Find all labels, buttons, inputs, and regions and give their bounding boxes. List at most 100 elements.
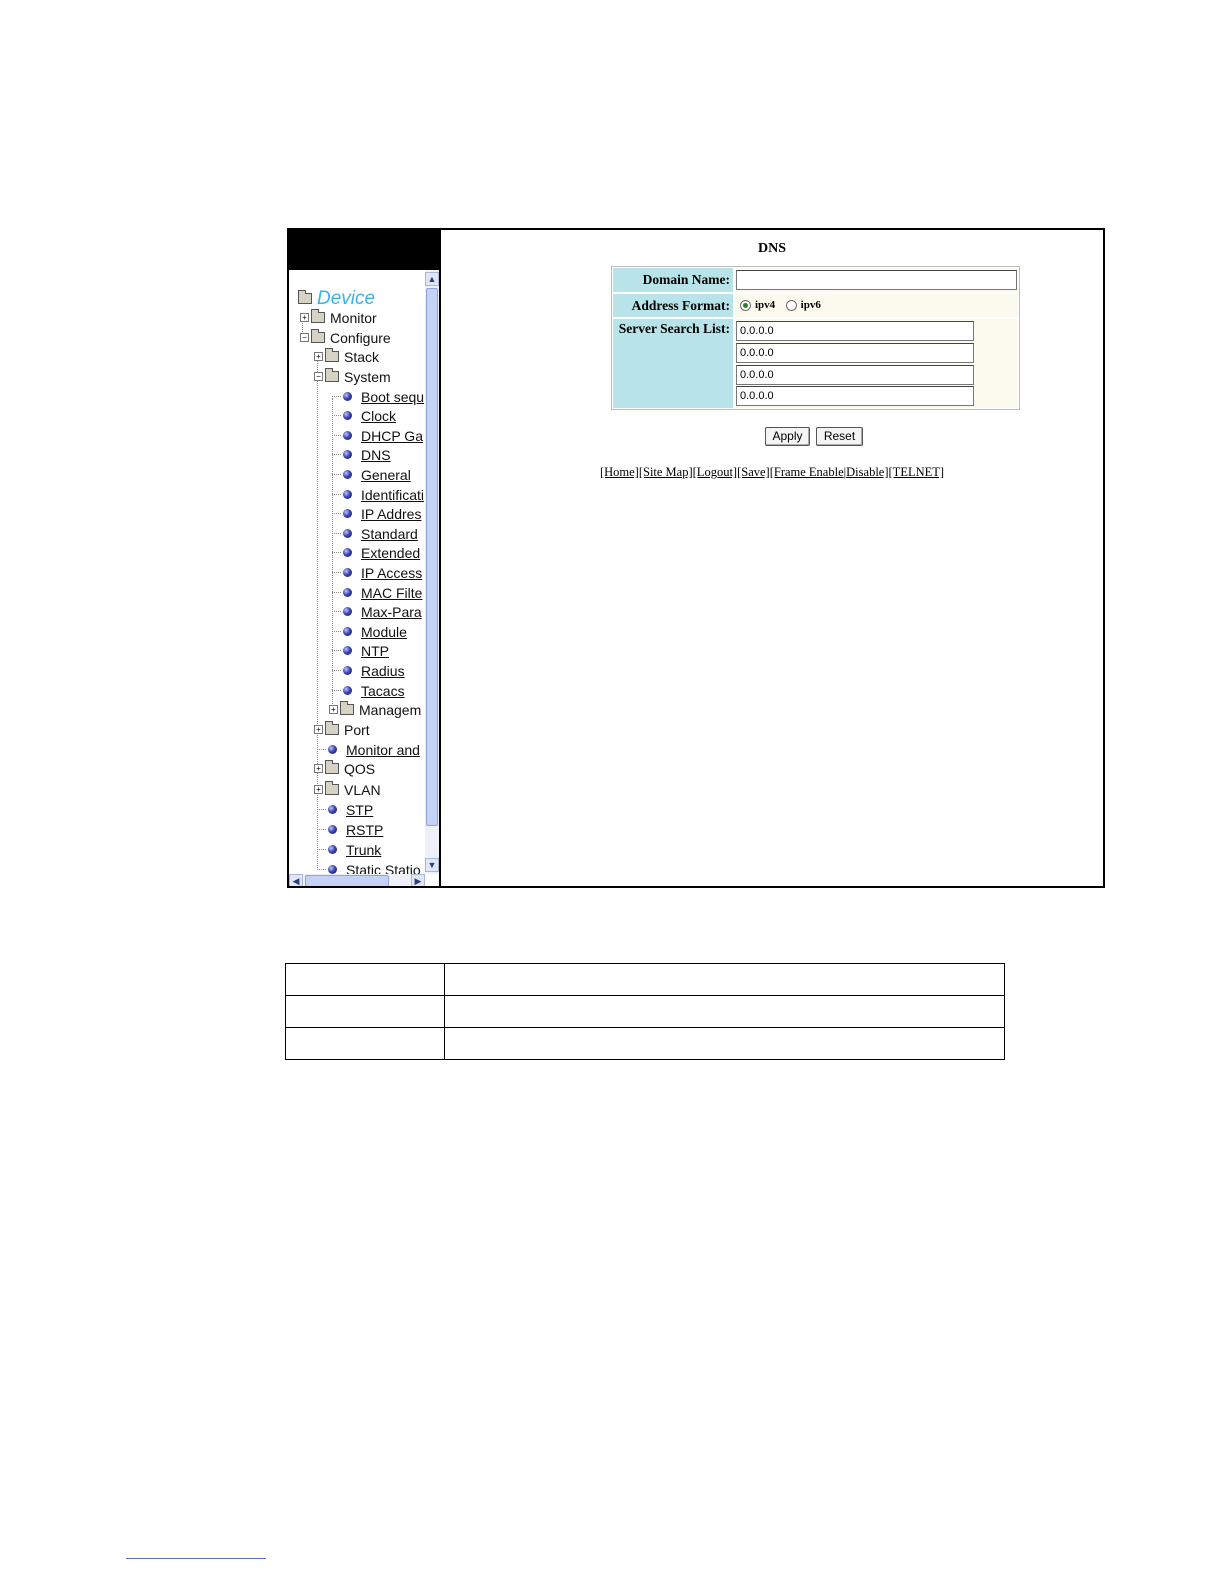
tree-link-label[interactable]: NTP bbox=[361, 643, 389, 659]
tree-link-extended[interactable]: Extended bbox=[332, 543, 420, 562]
scroll-right-icon[interactable]: ▶ bbox=[411, 874, 425, 886]
scroll-left-icon[interactable]: ◀ bbox=[289, 874, 303, 886]
tree-link-dns[interactable]: DNS bbox=[332, 445, 391, 464]
tree-link-standard[interactable]: Standard bbox=[332, 524, 418, 543]
blue-ball-icon bbox=[343, 490, 352, 499]
tree-item-configure[interactable]: − Configure bbox=[300, 328, 391, 347]
tree-link-label[interactable]: Identificati bbox=[361, 487, 424, 503]
ipv4-radio[interactable] bbox=[740, 300, 751, 312]
tree-connector bbox=[332, 415, 341, 416]
disable-link[interactable]: Disable] bbox=[846, 465, 888, 479]
plus-box-icon[interactable]: + bbox=[300, 313, 309, 322]
domain-name-input[interactable] bbox=[736, 270, 1017, 290]
tree-link-radius[interactable]: Radius bbox=[332, 661, 405, 680]
table-row bbox=[285, 963, 1005, 996]
tree-item-label: Monitor bbox=[330, 309, 377, 326]
blue-ball-icon bbox=[343, 646, 352, 655]
tree-link-label[interactable]: Radius bbox=[361, 663, 405, 679]
minus-box-icon[interactable]: − bbox=[314, 372, 323, 381]
server-2-input[interactable]: 0.0.0.0 bbox=[736, 343, 974, 363]
tree-link-label[interactable]: MAC Filte bbox=[361, 585, 422, 601]
blue-ball-icon bbox=[343, 392, 352, 401]
tree-link-label[interactable]: Tacacs bbox=[361, 683, 405, 699]
tree-item-static-station[interactable]: Static Statio bbox=[317, 860, 421, 874]
tree-connector bbox=[332, 494, 341, 495]
tree-link-label[interactable]: DHCP Ga bbox=[361, 428, 423, 444]
server-3-input[interactable]: 0.0.0.0 bbox=[736, 365, 974, 385]
blue-ball-icon bbox=[328, 825, 337, 834]
tree-link-label[interactable]: Extended bbox=[361, 545, 420, 561]
tree-link-clock[interactable]: Clock bbox=[332, 406, 396, 425]
tree-link-label[interactable]: Module bbox=[361, 624, 407, 640]
apply-button[interactable]: Apply bbox=[765, 427, 810, 446]
ipv6-radio[interactable] bbox=[785, 300, 797, 312]
blue-ball-icon bbox=[343, 411, 352, 420]
server-1-input[interactable]: 0.0.0.0 bbox=[736, 321, 974, 341]
horizontal-scrollbar[interactable]: ◀ ▶ bbox=[289, 874, 425, 886]
tree-item-port[interactable]: + Port bbox=[314, 720, 370, 739]
tree-item-system[interactable]: − System bbox=[314, 367, 391, 386]
tree-connector bbox=[332, 592, 341, 593]
dns-form: Domain Name: Address Format: ipv4 ipv6 S… bbox=[611, 266, 1020, 410]
plus-box-icon[interactable]: + bbox=[314, 725, 323, 734]
logout-link[interactable]: [Logout] bbox=[693, 465, 737, 479]
tree-link-label[interactable]: Monitor and bbox=[346, 742, 420, 758]
main-content: DNS Domain Name: Address Format: ipv4 ip… bbox=[441, 230, 1103, 886]
tree-link-label[interactable]: Max-Para bbox=[361, 604, 422, 620]
home-link[interactable]: [Home] bbox=[600, 465, 639, 479]
tree-link-rstp[interactable]: RSTP bbox=[317, 820, 383, 839]
vertical-scroll-thumb[interactable] bbox=[426, 288, 438, 826]
server-4-input[interactable]: 0.0.0.0 bbox=[736, 386, 974, 406]
scroll-up-icon[interactable]: ▲ bbox=[425, 272, 439, 286]
plus-box-icon[interactable]: + bbox=[314, 785, 323, 794]
tree-link-boot-sequence[interactable]: Boot sequ bbox=[332, 387, 424, 406]
tree-item-management[interactable]: + Managem bbox=[329, 700, 421, 719]
tree-link-dhcp-gateway[interactable]: DHCP Ga bbox=[332, 426, 423, 445]
tree-item-qos[interactable]: + QOS bbox=[314, 759, 375, 778]
table-cell bbox=[444, 1027, 1005, 1060]
tree-link-identification[interactable]: Identificati bbox=[332, 485, 424, 504]
site-map-link[interactable]: [Site Map] bbox=[639, 465, 693, 479]
tree-link-label[interactable]: Boot sequ bbox=[361, 389, 424, 405]
tree-link-label[interactable]: General bbox=[361, 467, 411, 483]
tree-link-label[interactable]: Clock bbox=[361, 408, 396, 424]
tree-link-module[interactable]: Module bbox=[332, 622, 407, 641]
tree-link-trunk[interactable]: Trunk bbox=[317, 840, 381, 859]
tree-link-stp[interactable]: STP bbox=[317, 800, 373, 819]
blue-ball-icon bbox=[328, 805, 337, 814]
tree-link-label[interactable]: IP Access bbox=[361, 565, 422, 581]
scroll-down-icon[interactable]: ▼ bbox=[425, 858, 439, 872]
tree-link-label[interactable]: IP Addres bbox=[361, 506, 421, 522]
tree-link-ip-address[interactable]: IP Addres bbox=[332, 504, 421, 523]
tree-connector bbox=[332, 533, 341, 534]
horizontal-scroll-thumb[interactable] bbox=[305, 875, 389, 886]
telnet-link[interactable]: [TELNET] bbox=[889, 465, 945, 479]
tree-link-tacacs[interactable]: Tacacs bbox=[332, 681, 405, 700]
plus-box-icon[interactable]: + bbox=[314, 764, 323, 773]
tree-link-monitor-and[interactable]: Monitor and bbox=[317, 740, 420, 759]
plus-box-icon[interactable]: + bbox=[314, 352, 323, 361]
tree-link-label[interactable]: RSTP bbox=[346, 822, 383, 838]
tree-item-stack[interactable]: + Stack bbox=[314, 347, 379, 366]
blue-ball-icon bbox=[343, 588, 352, 597]
tree-link-max-parameter[interactable]: Max-Para bbox=[332, 602, 422, 621]
tree-link-label[interactable]: STP bbox=[346, 802, 373, 818]
vertical-scrollbar[interactable]: ▲ ▼ bbox=[425, 270, 439, 874]
tree-item-monitor[interactable]: + Monitor bbox=[300, 308, 377, 327]
tree-link-label[interactable]: Standard bbox=[361, 526, 418, 542]
save-link[interactable]: [Save] bbox=[737, 465, 770, 479]
tree-link-ip-access[interactable]: IP Access bbox=[332, 563, 422, 582]
ipv6-label: ipv6 bbox=[800, 299, 821, 312]
tree-link-ntp[interactable]: NTP bbox=[332, 641, 389, 660]
tree-link-label[interactable]: DNS bbox=[361, 447, 391, 463]
tree-link-mac-filter[interactable]: MAC Filte bbox=[332, 583, 422, 602]
reset-button[interactable]: Reset bbox=[816, 427, 863, 446]
tree-link-label[interactable]: Trunk bbox=[346, 842, 381, 858]
tree-root-device[interactable]: Device bbox=[298, 288, 375, 309]
tree-connector bbox=[332, 454, 341, 455]
plus-box-icon[interactable]: + bbox=[329, 705, 338, 714]
frame-enable-link[interactable]: [Frame Enable bbox=[770, 465, 844, 479]
minus-box-icon[interactable]: − bbox=[300, 333, 309, 342]
tree-item-vlan[interactable]: + VLAN bbox=[314, 780, 381, 799]
tree-link-general[interactable]: General bbox=[332, 465, 411, 484]
